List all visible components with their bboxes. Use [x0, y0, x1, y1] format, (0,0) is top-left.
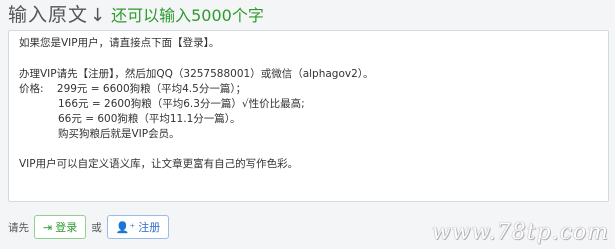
add-user-icon: 👤⁺: [115, 220, 136, 234]
or-text: 或: [91, 221, 102, 234]
char-limit-hint: 还可以输入5000个字: [111, 6, 264, 25]
login-label: 登录: [55, 221, 78, 234]
text-line: 办理VIP请先【注册】，然后加QQ（3257588001）或微信（alphago…: [19, 68, 374, 80]
text-line: 166元 = 2600狗粮（平均6.3分一篇）√性价比最高;: [58, 98, 305, 110]
down-arrow-icon: ↓: [90, 5, 106, 26]
auth-footer: 请先 ⇥ 登录 或 👤⁺ 注册: [8, 214, 174, 240]
text-line: 如果您是VIP用户，请直接点下面【登录】。: [19, 37, 220, 49]
login-button[interactable]: ⇥ 登录: [34, 215, 87, 239]
source-text-area[interactable]: 如果您是VIP用户，请直接点下面【登录】。 办理VIP请先【注册】，然后加QQ（…: [8, 30, 609, 202]
editor-title: 输入原文: [8, 4, 89, 26]
text-line: 价格: 299元 = 6600狗粮（平均4.5分一篇）；: [19, 83, 247, 95]
login-icon: ⇥: [43, 220, 53, 234]
prompt-text: 请先: [8, 221, 29, 234]
text-line: 66元 = 600狗粮（平均11.1分一篇）。: [58, 113, 241, 125]
text-line: VIP用户可以自定义语义库，让文章更富有自己的写作色彩。: [19, 158, 299, 170]
editor-header: 输入原文 ↓ 还可以输入5000个字: [8, 0, 264, 30]
register-button[interactable]: 👤⁺ 注册: [106, 215, 170, 239]
site-watermark: www.78tp.com: [431, 220, 609, 245]
register-label: 注册: [138, 221, 161, 234]
text-line: 购买狗粮后就是VIP会员。: [58, 128, 180, 140]
